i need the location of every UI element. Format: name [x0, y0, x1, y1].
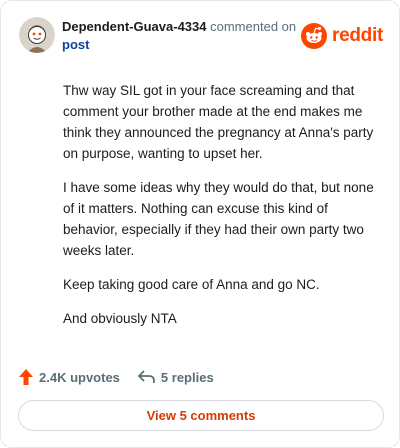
username-link[interactable]: Dependent-Guava-4334 [62, 19, 207, 34]
comment-byline: Dependent-Guava-4334 commented on post [62, 18, 312, 54]
comment-actions: 2.4K upvotes 5 replies [19, 367, 214, 387]
comment-body: Thw way SIL got in your face screaming a… [63, 80, 383, 342]
avatar[interactable] [19, 17, 55, 53]
comment-paragraph: And obviously NTA [63, 311, 177, 326]
replies-button[interactable]: 5 replies [138, 370, 214, 385]
comment-paragraph: Thw way SIL got in your face screaming a… [63, 83, 374, 161]
comment-header: Dependent-Guava-4334 commented on post r… [19, 17, 383, 57]
reddit-logo-icon [301, 23, 328, 49]
comment-paragraph: Keep taking good care of Anna and go NC. [63, 277, 320, 292]
commented-on-text: commented on [210, 19, 297, 34]
reddit-logo[interactable]: reddit [301, 22, 383, 50]
comment-paragraph: I have some ideas why they would do that… [63, 180, 374, 258]
post-link[interactable]: post [62, 37, 89, 52]
upvote-button[interactable]: 2.4K upvotes [19, 369, 120, 385]
replies-count: 5 replies [160, 369, 214, 385]
view-comments-button[interactable]: View 5 comments [18, 400, 384, 431]
reply-arrow-icon [138, 370, 155, 383]
comment-embed-card: Dependent-Guava-4334 commented on post r… [0, 0, 400, 448]
upvote-count: 2.4K upvotes [39, 369, 120, 385]
reddit-wordmark: reddit [332, 25, 383, 46]
upvote-arrow-icon [19, 369, 33, 385]
